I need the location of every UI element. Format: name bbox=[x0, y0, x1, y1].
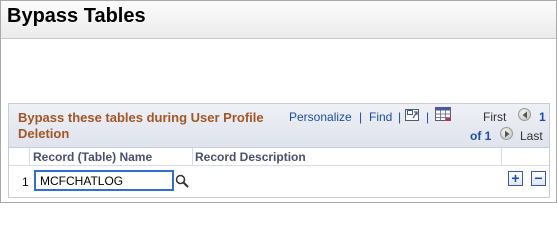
grid-title: Bypass these tables during User Profile … bbox=[18, 110, 264, 141]
view-all-icon[interactable] bbox=[405, 109, 419, 121]
find-link[interactable]: Find bbox=[369, 110, 392, 124]
column-divider bbox=[501, 148, 502, 166]
previous-icon[interactable] bbox=[518, 108, 531, 121]
separator: | bbox=[398, 110, 402, 124]
page-frame: Bypass Tables Bypass these tables during… bbox=[0, 0, 557, 203]
column-header-row: Record (Table) Name Record Description bbox=[9, 148, 549, 166]
record-name-input[interactable] bbox=[34, 170, 174, 191]
next-icon[interactable] bbox=[500, 127, 513, 140]
grid-header: Bypass these tables during User Profile … bbox=[9, 104, 549, 148]
separator: | bbox=[426, 110, 430, 124]
download-grid-icon[interactable] bbox=[435, 107, 451, 121]
add-row-button[interactable]: + bbox=[508, 171, 523, 186]
separator: | bbox=[359, 110, 363, 124]
column-divider bbox=[192, 148, 193, 166]
bypass-tables-grid: Bypass these tables during User Profile … bbox=[8, 103, 550, 198]
row-counter: 1 bbox=[539, 110, 546, 124]
delete-row-button[interactable]: − bbox=[531, 171, 546, 186]
row-number: 1 bbox=[22, 175, 29, 189]
personalize-link[interactable]: Personalize bbox=[289, 110, 352, 124]
column-header-record-name[interactable]: Record (Table) Name bbox=[33, 150, 152, 164]
lookup-icon[interactable] bbox=[175, 174, 189, 188]
column-header-record-description[interactable]: Record Description bbox=[195, 150, 306, 164]
column-divider bbox=[29, 148, 30, 166]
first-label: First bbox=[483, 110, 507, 124]
page-title: Bypass Tables bbox=[7, 5, 146, 27]
last-label: Last bbox=[520, 129, 543, 143]
row-total: of 1 bbox=[470, 129, 492, 143]
page-header: Bypass Tables bbox=[1, 1, 556, 39]
